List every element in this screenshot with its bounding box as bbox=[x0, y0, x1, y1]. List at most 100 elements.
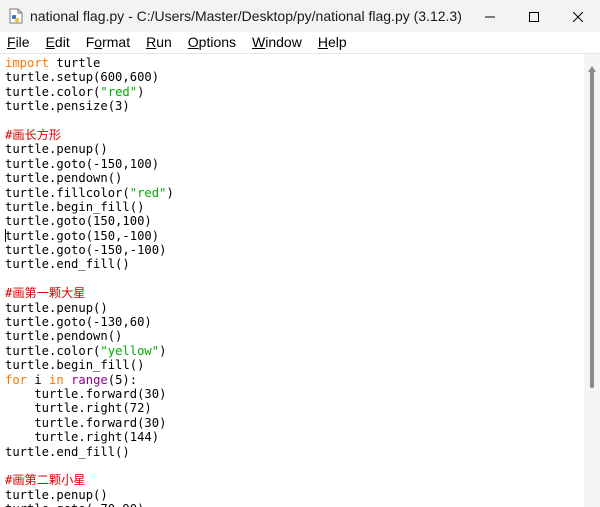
scrollbar-thumb[interactable] bbox=[590, 68, 594, 388]
code-token: turtle.end_fill() bbox=[5, 444, 130, 459]
idle-editor-window: national flag.py - C:/Users/Master/Deskt… bbox=[0, 0, 600, 507]
close-icon bbox=[572, 7, 584, 26]
code-editor[interactable]: import turtle turtle.setup(600,600) turtle… bbox=[0, 54, 584, 507]
code-line[interactable]: #画第二颗小星 bbox=[5, 473, 174, 487]
code-token: turtle.pendown() bbox=[5, 171, 123, 186]
code-line[interactable]: turtle.pendown() bbox=[5, 171, 174, 185]
code-line[interactable]: for i in range(5): bbox=[5, 373, 174, 387]
code-token: turtle.end_fill() bbox=[5, 257, 130, 272]
menu-label-part: elp bbox=[327, 34, 347, 50]
menu-window[interactable]: Window bbox=[244, 32, 310, 53]
code-line[interactable]: import turtle bbox=[5, 56, 174, 70]
code-line[interactable]: turtle.setup(600,600) bbox=[5, 70, 174, 84]
menu-run[interactable]: Run bbox=[138, 32, 180, 53]
menu-edit[interactable]: Edit bbox=[38, 32, 78, 53]
menu-mnemonic: F bbox=[7, 34, 16, 50]
code-token: turtle bbox=[49, 56, 101, 70]
code-token: turtle.color( bbox=[5, 343, 101, 358]
code-line[interactable]: turtle.forward(30) bbox=[5, 416, 174, 430]
code-token-kw: for bbox=[5, 372, 28, 387]
code-line[interactable]: turtle.forward(30) bbox=[5, 387, 174, 401]
menu-label-part: ptions bbox=[198, 34, 237, 50]
code-token: turtle.forward(30) bbox=[5, 386, 167, 401]
menu-label-part: rmat bbox=[102, 34, 131, 50]
menu-help[interactable]: Help bbox=[310, 32, 355, 53]
code-line[interactable]: ​ bbox=[5, 459, 174, 473]
code-line[interactable]: turtle.begin_fill() bbox=[5, 200, 174, 214]
menu-options[interactable]: Options bbox=[180, 32, 244, 53]
code-token: turtle.goto(-70,90) bbox=[5, 502, 144, 507]
code-token-str: "red" bbox=[100, 84, 138, 99]
code-token-cm: #画长方形 bbox=[5, 127, 62, 142]
title-bar[interactable]: national flag.py - C:/Users/Master/Deskt… bbox=[0, 0, 600, 32]
code-token-str: "yellow" bbox=[100, 343, 160, 358]
code-line[interactable]: turtle.penup() bbox=[5, 301, 174, 315]
code-token: turtle.fillcolor( bbox=[5, 185, 130, 200]
code-line[interactable]: turtle.right(144) bbox=[5, 430, 174, 444]
code-token: turtle.goto(150,-100) bbox=[5, 228, 160, 243]
code-line[interactable]: turtle.fillcolor("red") bbox=[5, 186, 174, 200]
code-line[interactable]: turtle.goto(150,-100) bbox=[5, 228, 174, 243]
maximize-icon bbox=[529, 7, 539, 26]
code-line[interactable]: #画第一颗大星 bbox=[5, 286, 174, 300]
menu-mnemonic: E bbox=[45, 34, 55, 50]
code-text[interactable]: import turtle turtle.setup(600,600) turtle… bbox=[5, 56, 174, 507]
code-line[interactable]: turtle.penup() bbox=[5, 488, 174, 502]
code-line[interactable]: turtle.pendown() bbox=[5, 329, 174, 343]
window-title: national flag.py - C:/Users/Master/Deskt… bbox=[30, 8, 462, 24]
menu-mnemonic: O bbox=[187, 34, 199, 50]
code-token: turtle.forward(30) bbox=[5, 415, 167, 430]
menu-label-part: indow bbox=[265, 34, 302, 50]
code-token: turtle.goto(-150,-100) bbox=[5, 243, 167, 258]
code-line[interactable]: #画长方形 bbox=[5, 128, 174, 142]
code-line[interactable]: turtle.pensize(3) bbox=[5, 99, 174, 113]
menu-mnemonic: o bbox=[94, 34, 103, 50]
code-line[interactable]: turtle.goto(-150,100) bbox=[5, 157, 174, 171]
code-token: turtle.pensize(3) bbox=[5, 99, 130, 114]
code-token: ) bbox=[166, 185, 174, 200]
code-token-kw: import bbox=[5, 56, 50, 70]
menu-label-part: dit bbox=[54, 34, 70, 50]
code-token: turtle.setup(600,600) bbox=[5, 70, 160, 85]
close-button[interactable] bbox=[556, 0, 600, 32]
vertical-scrollbar[interactable] bbox=[584, 54, 600, 507]
code-token: turtle.penup() bbox=[5, 300, 108, 315]
code-token: turtle.right(144) bbox=[5, 430, 160, 445]
maximize-button[interactable] bbox=[512, 0, 556, 32]
menu-file[interactable]: File bbox=[0, 32, 38, 53]
code-line[interactable]: turtle.end_fill() bbox=[5, 445, 174, 459]
window-controls bbox=[468, 0, 600, 32]
code-token: ) bbox=[159, 343, 167, 358]
code-line[interactable]: turtle.goto(-130,60) bbox=[5, 315, 174, 329]
code-token-cm: #画第一颗大星 bbox=[5, 286, 86, 301]
code-token: turtle.goto(-150,100) bbox=[5, 156, 160, 171]
code-token: turtle.pendown() bbox=[5, 329, 123, 344]
code-line[interactable]: ​ bbox=[5, 114, 174, 128]
code-line[interactable]: turtle.end_fill() bbox=[5, 257, 174, 271]
menu-bar: File Edit Format Run Options Window Help bbox=[0, 32, 600, 54]
code-token: turtle.color( bbox=[5, 84, 101, 99]
menu-mnemonic: R bbox=[146, 34, 157, 50]
code-token-kw: in bbox=[49, 372, 64, 387]
minimize-icon bbox=[485, 7, 495, 26]
code-line[interactable]: turtle.goto(-70,90) bbox=[5, 502, 174, 507]
menu-label-part: F bbox=[85, 34, 95, 50]
code-line[interactable]: turtle.penup() bbox=[5, 142, 174, 156]
menu-format[interactable]: Format bbox=[78, 32, 138, 53]
code-token: ) bbox=[137, 84, 145, 99]
code-line[interactable]: ​ bbox=[5, 272, 174, 286]
code-line[interactable]: turtle.right(72) bbox=[5, 401, 174, 415]
code-line[interactable]: turtle.begin_fill() bbox=[5, 358, 174, 372]
menu-label-part: un bbox=[156, 34, 172, 50]
code-token: turtle.begin_fill() bbox=[5, 358, 145, 373]
code-token: turtle.goto(150,100) bbox=[5, 214, 152, 229]
code-token-bi: range bbox=[71, 372, 108, 387]
code-token: turtle.right(72) bbox=[5, 401, 152, 416]
code-line[interactable]: turtle.color("yellow") bbox=[5, 344, 174, 358]
code-token-str: "red" bbox=[129, 185, 167, 200]
minimize-button[interactable] bbox=[468, 0, 512, 32]
code-line[interactable]: turtle.color("red") bbox=[5, 85, 174, 99]
code-line[interactable]: turtle.goto(150,100) bbox=[5, 214, 174, 228]
code-line[interactable]: turtle.goto(-150,-100) bbox=[5, 243, 174, 257]
